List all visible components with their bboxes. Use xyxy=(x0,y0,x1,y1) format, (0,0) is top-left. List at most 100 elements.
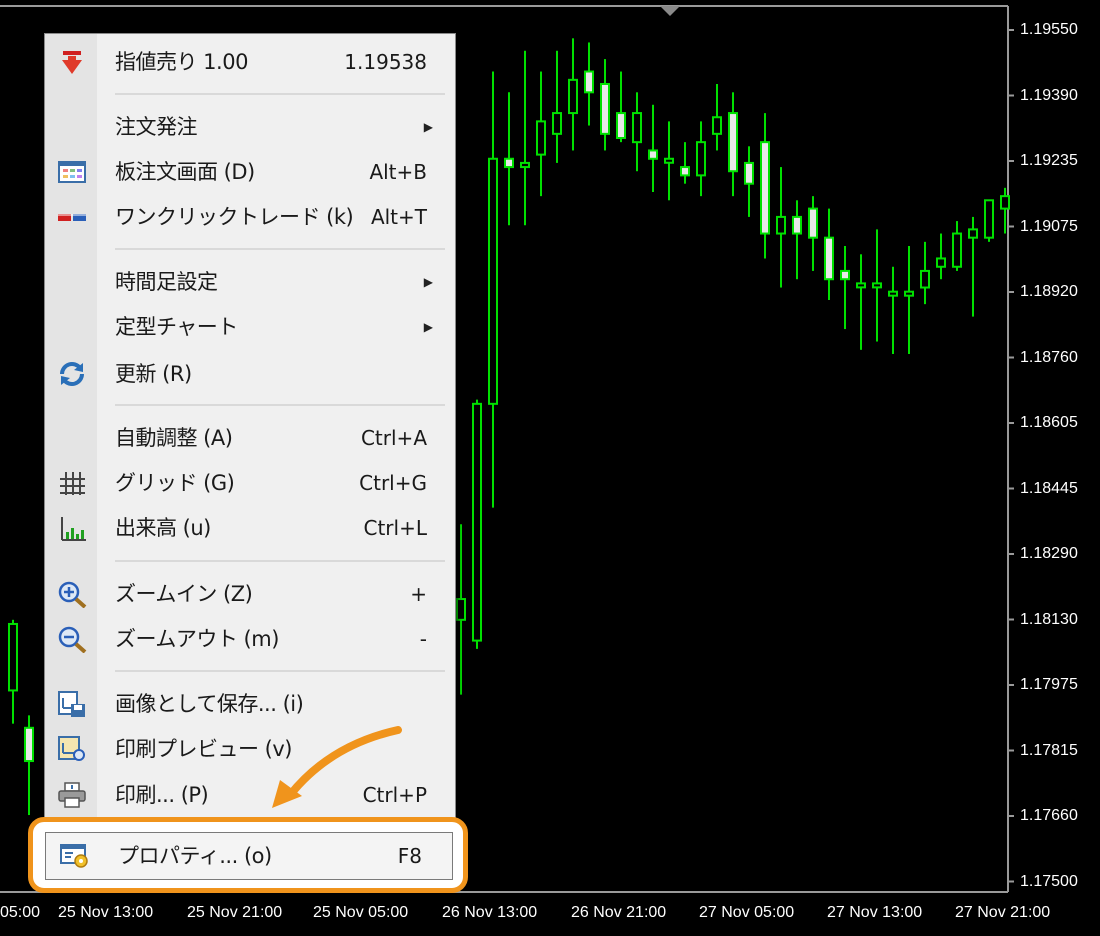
price-tick-label: 1.18445 xyxy=(1020,479,1078,497)
menu-item[interactable]: 自動調整 (A) Ctrl+A xyxy=(45,416,455,460)
candle-body xyxy=(584,70,594,94)
properties-label: プロパティ... (o) xyxy=(118,844,272,868)
candle-body xyxy=(744,161,754,185)
candle-body xyxy=(488,157,498,405)
menu-item-label: 時間足設定 xyxy=(115,270,218,294)
candle-body xyxy=(840,269,850,281)
menu-item-label: 注文発注 xyxy=(115,115,198,139)
menu-item[interactable]: 印刷プレビュー (v) xyxy=(45,727,455,771)
menu-item[interactable]: 更新 (R) xyxy=(45,352,455,396)
menu-item[interactable]: ズームアウト (m) - xyxy=(45,617,455,661)
submenu-arrow-icon: ▶ xyxy=(423,320,433,334)
price-tick-label: 1.19235 xyxy=(1020,152,1078,169)
candle-body xyxy=(1000,195,1010,210)
candle-body xyxy=(760,141,770,235)
zoom-in-icon xyxy=(58,581,87,608)
menu-item-label: 定型チャート xyxy=(115,315,238,339)
menu-item[interactable]: 指値売り 1.00 1.19538 xyxy=(45,40,455,84)
sell-arrow-icon xyxy=(62,51,82,74)
menu-item-shortcut: 1.19538 xyxy=(344,50,427,74)
print-icon xyxy=(58,782,86,808)
candle-body xyxy=(808,207,818,239)
refresh-icon xyxy=(60,362,84,386)
menu-item-label: 板注文画面 (D) xyxy=(115,160,255,184)
price-tick-label: 1.17500 xyxy=(1020,872,1078,890)
price-tick-label: 1.18130 xyxy=(1020,610,1078,628)
time-tick-label: 25 Nov 21:00 xyxy=(187,904,283,921)
menu-item[interactable]: 注文発注 ▶ xyxy=(45,105,455,149)
menu-item-label: 更新 (R) xyxy=(115,362,192,386)
candle-body xyxy=(824,236,834,281)
candle-body xyxy=(968,228,978,239)
price-tick-label: 1.18290 xyxy=(1020,545,1078,562)
menu-item-shortcut: - xyxy=(419,627,427,651)
one-click-trade-icon xyxy=(58,214,86,221)
candle-body xyxy=(888,290,898,297)
time-tick-label: 25 Nov 05:00 xyxy=(313,904,409,921)
menu-item[interactable]: 印刷... (P) Ctrl+P xyxy=(45,773,455,817)
candle-body xyxy=(24,726,34,763)
menu-item[interactable]: 定型チャート ▶ xyxy=(45,305,455,349)
menu-item-label: ズームイン (Z) xyxy=(115,582,253,606)
menu-item-shortcut: Alt+B xyxy=(369,160,427,184)
candle-body xyxy=(552,112,562,135)
menu-item-label: グリッド (G) xyxy=(115,471,235,495)
properties-icon xyxy=(60,844,88,868)
save-image-icon xyxy=(58,691,85,717)
candle-body xyxy=(568,78,578,115)
properties-shortcut: F8 xyxy=(397,844,422,868)
price-tick-label: 1.19390 xyxy=(1020,86,1078,104)
candle-body xyxy=(856,282,866,289)
menu-item[interactable]: 板注文画面 (D) Alt+B xyxy=(45,150,455,194)
price-tick-label: 1.17660 xyxy=(1020,807,1078,824)
candle-body xyxy=(504,157,514,169)
menu-item-shortcut: Ctrl+A xyxy=(360,426,427,450)
candle-body xyxy=(696,141,706,177)
volume-icon xyxy=(61,517,86,541)
time-tick-label: 25 Nov 13:00 xyxy=(58,904,154,921)
zoom-out-icon xyxy=(58,626,87,653)
menu-item-shortcut: Ctrl+L xyxy=(363,516,428,540)
candle-body xyxy=(680,166,690,177)
menu-item-label: 指値売り 1.00 xyxy=(115,50,248,74)
time-tick-label: 27 Nov 21:00 xyxy=(955,904,1051,921)
time-tick-label: 05:00 xyxy=(0,904,41,921)
candle-body xyxy=(872,282,882,289)
price-tick-label: 1.18920 xyxy=(1020,283,1078,300)
order-book-icon xyxy=(58,161,86,183)
menu-item-label: 自動調整 (A) xyxy=(115,426,233,450)
menu-separator xyxy=(115,404,445,406)
menu-item[interactable]: 画像として保存... (i) xyxy=(45,682,455,726)
candle-body xyxy=(632,112,642,144)
menu-item-shortcut: Alt+T xyxy=(370,205,427,229)
candle-body xyxy=(648,149,658,160)
menu-item-shortcut: + xyxy=(410,582,427,606)
menu-item[interactable]: ワンクリックトレード (k) Alt+T xyxy=(45,195,455,239)
properties-menu-item[interactable]: プロパティ... (o) F8 xyxy=(45,832,453,880)
menu-separator xyxy=(115,93,445,95)
candle-body xyxy=(472,402,482,642)
menu-item-label: 画像として保存... (i) xyxy=(115,692,304,716)
price-tick-label: 1.19075 xyxy=(1020,217,1078,235)
menu-item[interactable]: ズームイン (Z) + xyxy=(45,572,455,616)
candle-body xyxy=(952,232,962,268)
grid-icon xyxy=(60,472,85,495)
candle-body xyxy=(520,161,530,169)
candle-body xyxy=(792,215,802,235)
menu-item[interactable]: グリッド (G) Ctrl+G xyxy=(45,461,455,505)
candle-body xyxy=(616,112,626,139)
menu-item[interactable]: 出来高 (u) Ctrl+L xyxy=(45,506,455,550)
menu-item[interactable]: 時間足設定 ▶ xyxy=(45,260,455,304)
time-tick-label: 27 Nov 13:00 xyxy=(827,904,923,921)
candle-body xyxy=(728,112,738,173)
submenu-arrow-icon: ▶ xyxy=(423,275,433,289)
price-tick-label: 1.18605 xyxy=(1020,414,1078,431)
price-tick-label: 1.18760 xyxy=(1020,348,1078,366)
candle-body xyxy=(456,598,466,621)
candle-body xyxy=(920,269,930,289)
candle-body xyxy=(600,82,610,135)
menu-separator xyxy=(115,670,445,672)
menu-item-label: ズームアウト (m) xyxy=(115,627,279,651)
menu-item-label: 出来高 (u) xyxy=(115,516,211,540)
menu-separator xyxy=(115,248,445,250)
